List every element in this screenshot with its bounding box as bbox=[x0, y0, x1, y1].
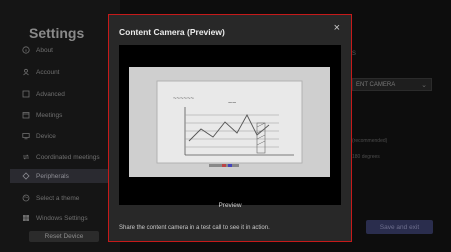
recommended-note: (recommended) bbox=[352, 138, 388, 144]
sidebar-item-label: Device bbox=[36, 132, 56, 140]
sidebar-item-label: Account bbox=[36, 68, 60, 76]
sidebar-item-label: Select a theme bbox=[36, 194, 80, 202]
peripherals-icon bbox=[22, 172, 30, 180]
theme-icon bbox=[22, 194, 30, 202]
sidebar-item-windows-settings[interactable]: Windows Settings bbox=[22, 211, 88, 225]
sidebar-item-about[interactable]: About bbox=[22, 43, 53, 57]
close-icon[interactable]: × bbox=[334, 22, 340, 34]
reset-device-button[interactable]: Reset Device bbox=[29, 231, 99, 242]
sidebar-item-label: Windows Settings bbox=[36, 214, 88, 222]
sidebar-item-peripherals[interactable]: Peripherals bbox=[10, 169, 118, 183]
meetings-icon bbox=[22, 111, 30, 119]
dialog-footer-text: Share the content camera in a test call … bbox=[119, 225, 270, 231]
sidebar-item-label: Peripherals bbox=[36, 172, 69, 180]
sidebar-item-meetings[interactable]: Meetings bbox=[22, 108, 62, 122]
whiteboard-image: ~~~~~~ ~~ bbox=[129, 67, 330, 177]
section-marker: s bbox=[352, 48, 356, 57]
sidebar-item-label: About bbox=[36, 46, 53, 54]
sidebar-item-advanced[interactable]: Advanced bbox=[22, 87, 65, 101]
dialog-title: Content Camera (Preview) bbox=[119, 27, 225, 37]
advanced-icon bbox=[22, 90, 30, 98]
sidebar-item-select-theme[interactable]: Select a theme bbox=[22, 191, 79, 205]
settings-app: Settings About Account Advanced Meetings bbox=[0, 0, 451, 252]
sidebar-item-label: Coordinated meetings bbox=[36, 153, 100, 161]
rotation-note: 180 degrees bbox=[352, 154, 380, 160]
info-icon bbox=[22, 46, 30, 54]
camera-preview-video: ~~~~~~ ~~ bbox=[119, 45, 341, 205]
settings-sidebar: Settings About Account Advanced Meetings bbox=[0, 0, 120, 252]
account-icon bbox=[22, 68, 30, 76]
chevron-down-icon: ⌄ bbox=[421, 82, 427, 89]
windows-icon bbox=[22, 214, 30, 222]
content-camera-select[interactable]: ENT CAMERA ⌄ bbox=[352, 78, 432, 91]
sidebar-item-label: Meetings bbox=[36, 111, 63, 119]
page-title: Settings bbox=[29, 25, 85, 41]
sidebar-item-device[interactable]: Device bbox=[22, 129, 56, 143]
content-camera-preview-dialog: Content Camera (Preview) × ~~~~~~ ~~ Pre… bbox=[108, 14, 352, 242]
preview-label: Preview bbox=[218, 202, 242, 209]
svg-text:~~~~~~: ~~~~~~ bbox=[173, 96, 195, 102]
device-icon bbox=[22, 132, 30, 140]
coordinated-icon bbox=[22, 153, 30, 161]
sidebar-item-coordinated-meetings[interactable]: Coordinated meetings bbox=[22, 150, 100, 164]
sidebar-item-label: Advanced bbox=[36, 90, 65, 98]
sidebar-item-account[interactable]: Account bbox=[22, 65, 60, 79]
save-and-exit-button[interactable]: Save and exit bbox=[366, 220, 433, 234]
svg-text:~~: ~~ bbox=[228, 100, 236, 107]
select-value: ENT CAMERA bbox=[356, 81, 396, 88]
